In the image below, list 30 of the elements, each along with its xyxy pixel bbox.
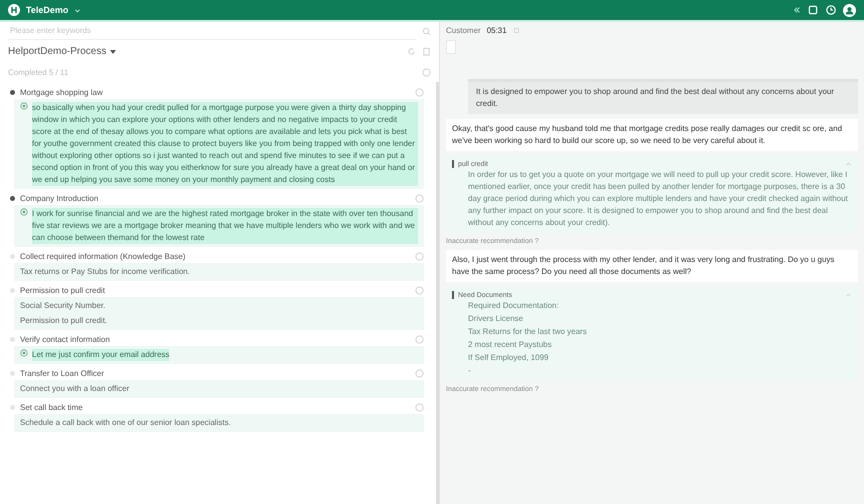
info-text: Schedule a call back with one of our senior loan specialists. — [20, 417, 232, 429]
info-text: Connect you with a loan officer — [20, 383, 130, 395]
card-text: - — [467, 365, 472, 377]
call-time: 05:31 — [486, 26, 507, 35]
step-title[interactable]: Company Introduction — [20, 194, 410, 203]
step-title[interactable]: Collect required information (Knowledge Base) — [20, 252, 410, 261]
script-text: Let me just confirm your email address — [32, 349, 170, 361]
agent-message: It is designed to empower you to shop around and find the best deal without any concerns about your credit. — [468, 79, 858, 114]
card-text: Tax Returns for the last two years — [467, 326, 588, 338]
speaker-label: Customer — [446, 26, 481, 35]
step-title[interactable]: Mortgage shopping law — [20, 88, 410, 97]
card-text: Required Documentation: — [467, 300, 560, 312]
customer-message: Okay, that's good cause my husband told me that mortgage credits pose really damages our credit sc ore, and we've been working so hard to build our score up, so we need to be very careful about it. — [446, 119, 858, 151]
card-text: Drivers License — [467, 313, 524, 325]
app-title[interactable]: TeleDemo — [26, 5, 68, 15]
step-title[interactable]: Verify contact information — [20, 335, 410, 344]
step-title[interactable]: Transfer to Loan Officer — [20, 369, 410, 378]
card-text: In order for us to get you a quote on your mortgage we will need to pull up your credit score. However, like I mentioned earlier, once your credit has been pulled by another lender for mortgage purposes, there is a 30 day grace period during which you can explore multiple lenders and have your credit checked again without any further impact on your score. It is designed to empower you to shop around and find the best deal without any concerns about your credit). — [467, 169, 849, 229]
info-text: Permission to pull credit. — [20, 315, 108, 327]
customer-message: Also, I just went through the process with my other lender, and it was very long and frustrating. Do yo u guys have the same process? Do you need all those documents as well? — [446, 250, 858, 282]
card-text: 2 most recent Paystubs — [467, 339, 553, 351]
info-text: Social Security Number. — [20, 300, 106, 312]
process-dropdown[interactable]: HelportDemo-Process — [8, 40, 116, 63]
step-title[interactable]: Set call back time — [20, 403, 410, 412]
info-text: Tax returns or Pay Stubs for income verification. — [20, 266, 191, 278]
card-text: If Self Employed, 1099 — [467, 352, 550, 364]
progress-label: Completed 5 / 11 — [8, 67, 68, 79]
script-text: I work for sunrise financial and we are the highest rated mortgage broker in the state with over ten thousand five star reviews we are a mortgage broker meaning that we have multiple lenders who we work with and we can choose between themand for the lowest rate — [32, 208, 418, 244]
step-title[interactable]: Permission to pull credit — [20, 286, 410, 295]
script-text: so basically when you had your credit pulled for a mortgage purpose you were given a thirty day shopping window in which you can explore your options with other lenders and no negative impacts to your credit score at the end of thesay allows you to compare what options are available and lets you pick what is best for youthe government created this clause to protect buyers like you from being trapped with only one lender without exploring other options so i just wanted to reach out and spend five minutes to see if we can put a second option in front of you this way you eitherknow for sure you already have a great deal on your hand or we end up helping you save some money on your monthly payment and closing costs — [32, 102, 418, 186]
